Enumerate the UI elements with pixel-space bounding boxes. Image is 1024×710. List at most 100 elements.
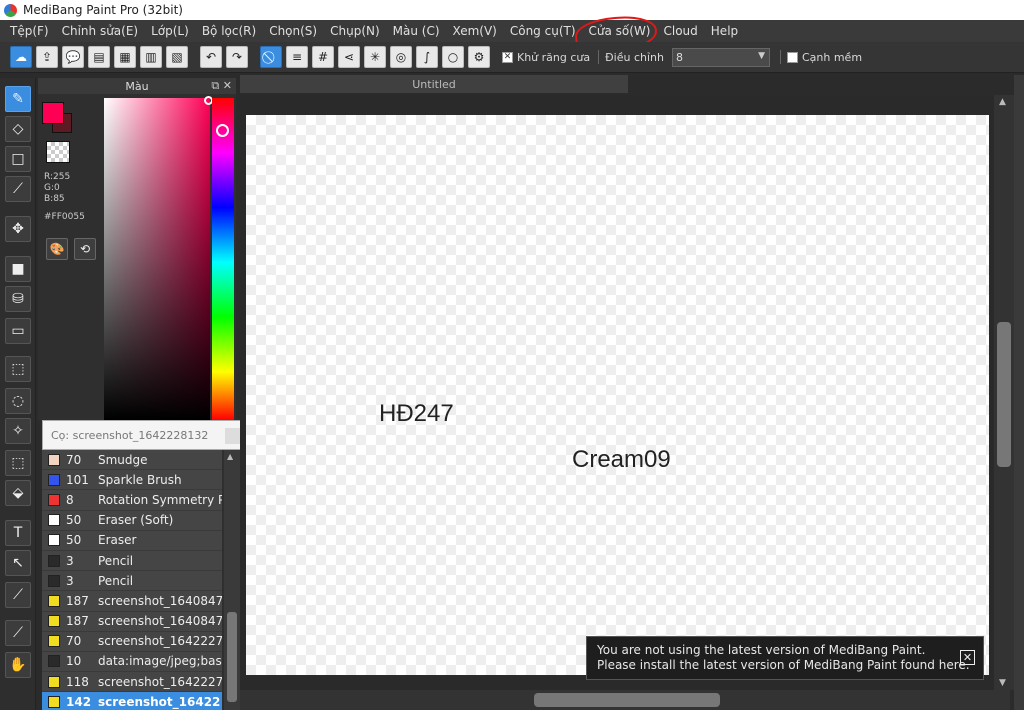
brush-size: 142	[66, 694, 92, 709]
close-icon[interactable]: ✕	[960, 650, 975, 665]
eyedropper-tool-icon[interactable]: ⟋	[5, 620, 31, 646]
brush-row[interactable]: 3 Pencil	[42, 550, 222, 572]
hand-tool-icon[interactable]: ✋	[5, 652, 31, 678]
menu-snap[interactable]: Chụp(N)	[324, 24, 386, 38]
brush-color-swatch	[48, 655, 60, 668]
bucket-tool-icon[interactable]: ⛁	[5, 286, 31, 312]
menu-color[interactable]: Màu (C)	[387, 24, 446, 38]
radial-snap-icon[interactable]: ✳	[364, 46, 386, 68]
tool-palette: ✎ ◇ □ ⟋ ✥ ■ ⛁ ▭ ⬚ ◌ ✧ ⬚ ⬙ T ↖ ⟋ ⟋ ✋	[0, 78, 36, 710]
select-pen-tool-icon[interactable]: ⬚	[5, 450, 31, 476]
brush-search-field[interactable]: Cọ: screenshot_1642228132	[42, 420, 244, 450]
text-tool-icon[interactable]: T	[5, 520, 31, 546]
hue-slider[interactable]	[212, 98, 234, 420]
brush-row[interactable]: 10 data:image/jpeg;base	[42, 651, 222, 673]
scroll-up-icon[interactable]: ▲	[227, 452, 233, 461]
brush-name: Sparkle Brush	[98, 472, 182, 487]
menu-file[interactable]: Tệp(F)	[4, 24, 55, 38]
brush-select-tool-icon[interactable]: ⟋	[5, 176, 31, 202]
brush-row[interactable]: 50 Eraser	[42, 530, 222, 551]
move-tool-icon[interactable]: ✥	[5, 216, 31, 242]
canvas-vertical-scrollbar[interactable]: ▲ ▼	[994, 95, 1014, 690]
brush-list: 70 Smudge 101 Sparkle Brush 8 Rotation Symmet…	[42, 450, 222, 710]
panel-close-icon[interactable]: ⧉ ✕	[211, 79, 232, 93]
brush-row[interactable]: 3 Pencil	[42, 571, 222, 592]
select-rect-tool-icon[interactable]: ⬚	[5, 356, 31, 382]
perspective-snap-icon[interactable]: ⋖	[338, 46, 360, 68]
brush-name: screenshot_16408473	[98, 614, 222, 629]
menu-edit[interactable]: Chỉnh sửa(E)	[56, 24, 145, 38]
brush-row[interactable]: 50 Eraser (Soft)	[42, 510, 222, 531]
document-tab[interactable]: Untitled	[240, 75, 628, 93]
horizontal-scroll-thumb[interactable]	[534, 693, 720, 707]
divide-tool-icon[interactable]: ⟋	[5, 582, 31, 608]
saturation-value-picker[interactable]	[104, 96, 213, 420]
brush-size: 3	[66, 553, 74, 568]
antialias-checkbox[interactable]: ✕	[502, 51, 513, 63]
grid-snap-icon[interactable]: #	[312, 46, 334, 68]
menu-help[interactable]: Help	[705, 24, 744, 38]
menu-view[interactable]: Xem(V)	[447, 24, 503, 38]
lasso-tool-icon[interactable]: ◌	[5, 388, 31, 414]
brush-size: 8	[66, 492, 74, 507]
menu-tools[interactable]: Công cụ(T)	[504, 24, 582, 38]
update-notification[interactable]: You are not using the latest version of …	[586, 636, 984, 680]
undo-icon[interactable]: ↶	[200, 46, 222, 68]
parallel-snap-icon[interactable]: ≡	[286, 46, 308, 68]
vertical-scroll-thumb[interactable]	[997, 322, 1011, 467]
speech-bubble-icon[interactable]: 💬	[62, 46, 84, 68]
transparent-color-swatch[interactable]	[46, 141, 70, 163]
brush-row[interactable]: 70 screenshot_16422279	[42, 631, 222, 652]
app-window: MediBang Paint Pro (32bit) Tệp(F) Chỉnh …	[0, 0, 1024, 710]
concentric-snap-icon[interactable]: ◎	[390, 46, 412, 68]
fill-shape-tool-icon[interactable]: ■	[5, 256, 31, 282]
brush-row[interactable]: 118 screenshot_16422279	[42, 672, 222, 693]
dot-tool-icon[interactable]: □	[5, 146, 31, 172]
menu-window[interactable]: Cửa số(W)	[583, 24, 657, 38]
select-eraser-tool-icon[interactable]: ⬙	[5, 480, 31, 506]
operation-tool-icon[interactable]: ↖	[5, 550, 31, 576]
grid-layout-icon[interactable]: ▧	[166, 46, 188, 68]
magic-wand-tool-icon[interactable]: ✧	[5, 418, 31, 444]
brush-row[interactable]: 101 Sparkle Brush	[42, 470, 222, 491]
hue-marker[interactable]	[216, 124, 229, 137]
clear-search-icon[interactable]	[225, 428, 241, 444]
soft-edge-checkbox[interactable]	[786, 51, 798, 63]
brush-color-swatch	[48, 453, 60, 466]
brush-color-swatch	[48, 594, 60, 607]
brush-row[interactable]: 187 screenshot_16408473	[42, 591, 222, 612]
cloud-icon[interactable]: ☁	[10, 46, 32, 68]
brush-tool-icon[interactable]: ✎	[5, 86, 31, 112]
palette-icon[interactable]: 🎨	[46, 238, 68, 260]
brush-list-scrollbar[interactable]: ▲	[224, 450, 240, 710]
eraser-tool-icon[interactable]: ◇	[5, 116, 31, 142]
brush-scroll-thumb[interactable]	[227, 612, 237, 702]
drawing-canvas[interactable]: HĐ247 Cream09	[246, 115, 989, 675]
foreground-color-swatch[interactable]	[42, 102, 64, 124]
scroll-up-icon[interactable]: ▲	[999, 97, 1006, 107]
redo-icon[interactable]: ↷	[226, 46, 248, 68]
brush-row[interactable]: 8 Rotation Symmetry Pe	[42, 490, 222, 511]
gradient-tool-icon[interactable]: ▭	[5, 318, 31, 344]
menu-cloud[interactable]: Cloud	[658, 24, 704, 38]
snap-off-icon[interactable]: ⃠	[260, 46, 282, 68]
adjust-dropdown[interactable]: 8 ▼	[671, 47, 770, 67]
menu-filter[interactable]: Bộ lọc(R)	[196, 24, 262, 38]
menu-bar: Tệp(F) Chỉnh sửa(E) Lớp(L) Bộ lọc(R) Chọ…	[0, 20, 1024, 42]
menu-layer[interactable]: Lớp(L)	[145, 24, 195, 38]
color-history-icon[interactable]: ⟲	[74, 238, 96, 260]
brush-row[interactable]: 70 Smudge	[42, 450, 222, 471]
document-icon[interactable]: ▦	[114, 46, 136, 68]
menu-select[interactable]: Chọn(S)	[263, 24, 323, 38]
settings-gear-icon[interactable]: ⚙	[468, 46, 490, 68]
share-icon[interactable]: ⇪	[36, 46, 58, 68]
green-value: G:0	[44, 183, 60, 193]
canvas-horizontal-scrollbar[interactable]	[240, 690, 1010, 710]
scroll-down-icon[interactable]: ▼	[999, 678, 1006, 688]
brush-row[interactable]: 187 screenshot_16408473	[42, 611, 222, 632]
curve-snap-icon[interactable]: ∫	[416, 46, 438, 68]
layout-icon[interactable]: ▥	[140, 46, 162, 68]
circle-snap-icon[interactable]: ○	[442, 46, 464, 68]
comment-icon[interactable]: ▤	[88, 46, 110, 68]
brush-row[interactable]: 142 screenshot_16422	[42, 692, 222, 710]
